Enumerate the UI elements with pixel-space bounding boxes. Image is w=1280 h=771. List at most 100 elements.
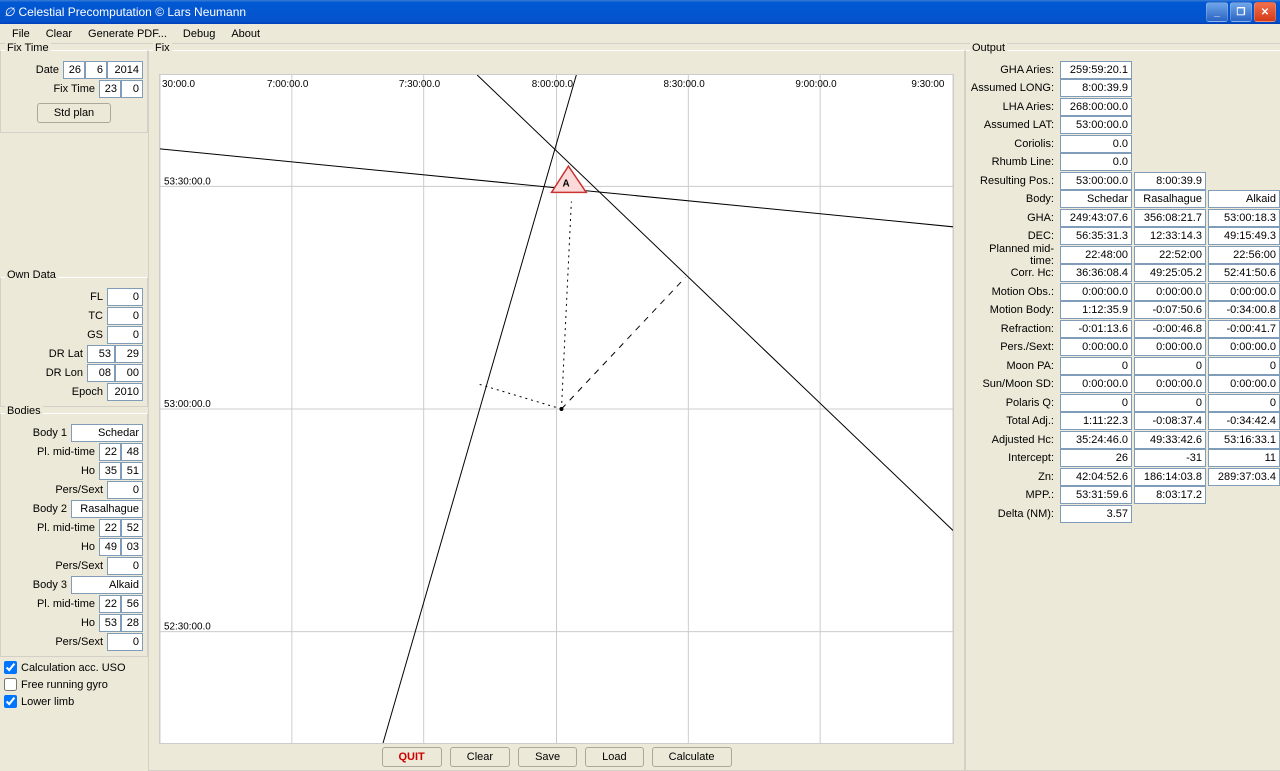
output-label-assumed_lat: Assumed LAT: [970, 119, 1058, 131]
body1-ho-d[interactable] [99, 462, 121, 480]
body2-mid-h[interactable] [99, 519, 121, 537]
body2-mid-m[interactable] [121, 519, 143, 537]
calculate-button[interactable]: Calculate [652, 747, 732, 767]
body1-name-input[interactable] [71, 424, 143, 442]
drlat-deg-input[interactable] [87, 345, 115, 363]
output-value-dec-1: 12:33:14.3 [1134, 227, 1206, 245]
output-value-mobs-0: 0:00:00.0 [1060, 283, 1132, 301]
std-plan-button[interactable]: Std plan [37, 103, 111, 123]
svg-text:9:30:00: 9:30:00 [911, 79, 944, 90]
output-value-body-2: Alkaid [1208, 190, 1280, 208]
menu-about[interactable]: About [223, 26, 268, 42]
output-value-coriolis-0: 0.0 [1060, 135, 1132, 153]
clear-button[interactable]: Clear [450, 747, 510, 767]
output-row-mobs: Motion Obs.:0:00:00.00:00:00.00:00:00.0 [970, 283, 1280, 301]
epoch-input[interactable] [107, 383, 143, 401]
output-value-zn-0: 42:04:52.6 [1060, 468, 1132, 486]
output-value-tadj-1: -0:08:37.4 [1134, 412, 1206, 430]
gs-input[interactable] [107, 326, 143, 344]
body3-mid-m[interactable] [121, 595, 143, 613]
body2-ps[interactable] [107, 557, 143, 575]
body2-label: Body 2 [5, 503, 71, 515]
fl-input[interactable] [107, 288, 143, 306]
output-value-dec-0: 56:35:31.3 [1060, 227, 1132, 245]
output-value-gha_aries-0: 259:59:20.1 [1060, 61, 1132, 79]
body1-ps-label: Pers/Sext [5, 484, 107, 496]
output-value-corrhc-1: 49:25:05.2 [1134, 264, 1206, 282]
output-value-mpp-1: 8:03:17.2 [1134, 486, 1206, 504]
output-label-lha_aries: LHA Aries: [970, 101, 1058, 113]
fixtime-hour-input[interactable] [99, 80, 121, 98]
body1-ps[interactable] [107, 481, 143, 499]
body3-ps[interactable] [107, 633, 143, 651]
fixtime-min-input[interactable] [121, 80, 143, 98]
body1-ho-m[interactable] [121, 462, 143, 480]
menu-generate-pdf[interactable]: Generate PDF... [80, 26, 175, 42]
body3-mid-h[interactable] [99, 595, 121, 613]
body3-ho-d[interactable] [99, 614, 121, 632]
maximize-button[interactable]: ❐ [1230, 2, 1252, 22]
minimize-button[interactable]: _ [1206, 2, 1228, 22]
output-value-zn-2: 289:37:03.4 [1208, 468, 1280, 486]
output-row-gha: GHA:249:43:07.6356:08:21.753:00:18.3 [970, 209, 1280, 227]
output-value-gha-0: 249:43:07.6 [1060, 209, 1132, 227]
limb-checkbox[interactable]: Lower limb [0, 693, 148, 710]
menu-file[interactable]: File [4, 26, 38, 42]
close-button[interactable]: ✕ [1254, 2, 1276, 22]
load-button[interactable]: Load [585, 747, 643, 767]
menu-debug[interactable]: Debug [175, 26, 223, 42]
output-value-assumed_long-0: 8:00:39.9 [1060, 79, 1132, 97]
output-value-polaris-0: 0 [1060, 394, 1132, 412]
body2-ho-d[interactable] [99, 538, 121, 556]
body2-ho-m[interactable] [121, 538, 143, 556]
output-value-refr-1: -0:00:46.8 [1134, 320, 1206, 338]
output-label-gha_aries: GHA Aries: [970, 64, 1058, 76]
tc-input[interactable] [107, 307, 143, 325]
body2-name-input[interactable] [71, 500, 143, 518]
output-value-zn-1: 186:14:03.8 [1134, 468, 1206, 486]
output-row-lha_aries: LHA Aries:268:00:00.0 [970, 98, 1280, 116]
svg-text:8:00:00.0: 8:00:00.0 [532, 79, 574, 90]
bodies-group: Bodies Body 1 Pl. mid-time Ho Pers/Sext … [0, 407, 148, 657]
title-bar: ∅ Celestial Precomputation © Lars Neuman… [0, 0, 1280, 24]
quit-button[interactable]: QUIT [382, 747, 442, 767]
body1-mid-h[interactable] [99, 443, 121, 461]
output-value-mbody-2: -0:34:00.8 [1208, 301, 1280, 319]
output-label-corrhc: Corr. Hc: [970, 267, 1058, 279]
body3-name-input[interactable] [71, 576, 143, 594]
date-year-input[interactable] [107, 61, 143, 79]
output-value-psext-0: 0:00:00.0 [1060, 338, 1132, 356]
gs-label: GS [5, 329, 107, 341]
menu-clear[interactable]: Clear [38, 26, 80, 42]
body1-ho-label: Ho [5, 465, 99, 477]
output-value-polaris-1: 0 [1134, 394, 1206, 412]
fix-legend: Fix [153, 42, 172, 54]
fixtime-label: Fix Time [5, 83, 99, 95]
output-label-mpp: MPP.: [970, 489, 1058, 501]
drlat-min-input[interactable] [115, 345, 143, 363]
output-value-gha-2: 53:00:18.3 [1208, 209, 1280, 227]
output-value-moonpa-2: 0 [1208, 357, 1280, 375]
body1-label: Body 1 [5, 427, 71, 439]
output-value-adjhc-2: 53:16:33.1 [1208, 431, 1280, 449]
drlat-label: DR Lat [5, 348, 87, 360]
output-row-smsd: Sun/Moon SD:0:00:00.00:00:00.00:00:00.0 [970, 375, 1280, 393]
body1-mid-m[interactable] [121, 443, 143, 461]
output-label-gha: GHA: [970, 212, 1058, 224]
body3-ho-m[interactable] [121, 614, 143, 632]
owndata-group: Own Data FL TC GS DR Lat DR Lon Epoch [0, 271, 148, 407]
output-value-intc-0: 26 [1060, 449, 1132, 467]
output-value-body-0: Schedar [1060, 190, 1132, 208]
gyro-checkbox[interactable]: Free running gyro [0, 676, 148, 693]
output-row-mbody: Motion Body:1:12:35.9-0:07:50.6-0:34:00.… [970, 301, 1280, 319]
drlon-deg-input[interactable] [87, 364, 115, 382]
date-day-input[interactable] [63, 61, 85, 79]
svg-text:8:30:00.0: 8:30:00.0 [664, 79, 706, 90]
output-label-rhumb: Rhumb Line: [970, 156, 1058, 168]
date-month-input[interactable] [85, 61, 107, 79]
drlon-min-input[interactable] [115, 364, 143, 382]
uso-checkbox[interactable]: Calculation acc. USO [0, 659, 148, 676]
output-label-psext: Pers./Sext: [970, 341, 1058, 353]
output-row-mpp: MPP.:53:31:59.68:03:17.2 [970, 486, 1280, 504]
save-button[interactable]: Save [518, 747, 577, 767]
